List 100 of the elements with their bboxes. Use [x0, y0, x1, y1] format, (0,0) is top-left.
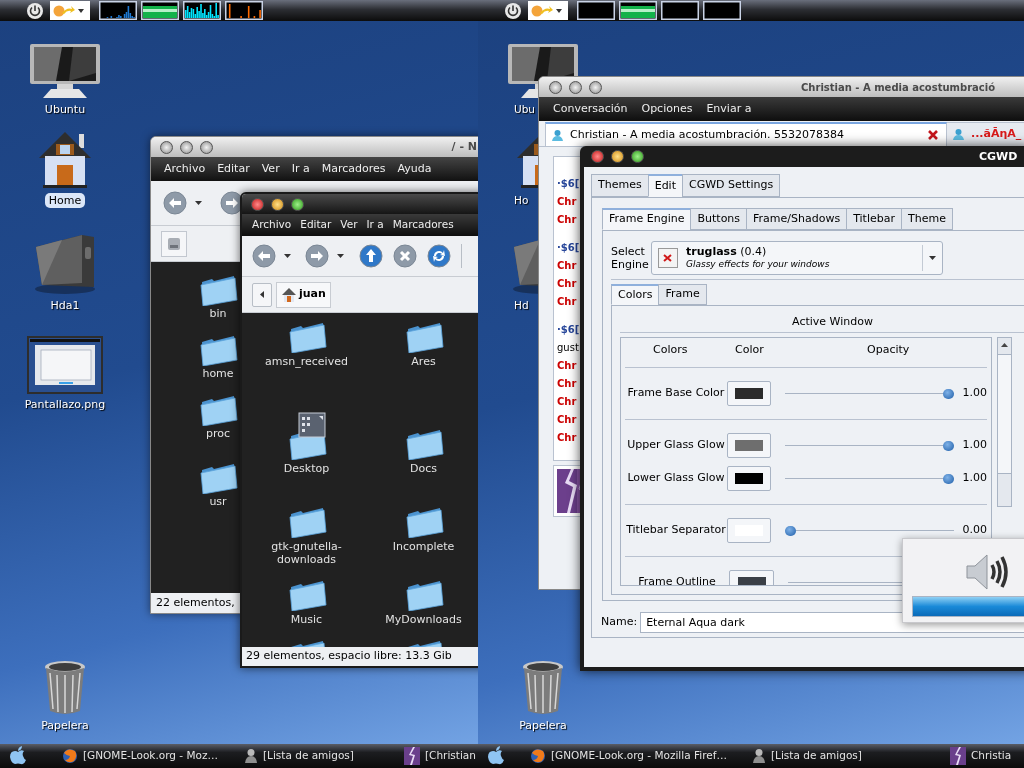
color-button[interactable]	[726, 381, 772, 406]
scrollbar[interactable]	[997, 337, 1012, 507]
close-button[interactable]	[591, 150, 604, 163]
minimize-button[interactable]	[180, 140, 193, 154]
menu-item[interactable]: Ver	[340, 217, 358, 233]
stop-button[interactable]	[393, 244, 417, 268]
close-button[interactable]	[160, 140, 173, 154]
slider-thumb[interactable]	[785, 525, 797, 536]
menu-item[interactable]: Editar	[217, 160, 250, 178]
engine-dropdown[interactable]: truglass (0.4) Glassy effects for your windows	[651, 241, 943, 275]
caret-icon[interactable]	[284, 254, 291, 258]
slider-thumb[interactable]	[942, 440, 954, 451]
power-icon[interactable]	[504, 1, 522, 20]
caret-icon[interactable]	[337, 254, 344, 258]
close-icon[interactable]	[927, 129, 939, 141]
power-icon[interactable]	[26, 1, 44, 20]
icon-label[interactable]: Home	[44, 193, 86, 208]
file-label[interactable]: Desktop	[250, 462, 363, 475]
taskbar-item[interactable]: [GNOME-Look.org - Moz…	[62, 745, 244, 767]
menu-item[interactable]: Marcadores	[321, 160, 386, 178]
taskbar-item[interactable]: [GNOME-Look.org - Mozilla Firef…	[530, 745, 752, 767]
menu-item[interactable]: Ir a	[366, 217, 384, 233]
message-line: Chr	[557, 277, 577, 291]
apple-logo-icon[interactable]	[8, 746, 28, 766]
file-label[interactable]: proc	[205, 427, 230, 441]
file-label[interactable]: MyDownloads	[367, 613, 478, 626]
tab[interactable]: CGWD Settings	[682, 174, 781, 197]
conversation-tab[interactable]: Christian - A media acostumbración. 5532078384	[545, 122, 947, 146]
tab[interactable]: Buttons	[690, 208, 748, 230]
menu-item[interactable]: Ayuda	[397, 160, 432, 178]
minimize-button[interactable]	[271, 197, 284, 211]
menu-item[interactable]: Archivo	[252, 217, 292, 233]
taskbar-item[interactable]: [Lista de amigos]	[244, 745, 404, 767]
icon-label[interactable]: Ubu	[514, 102, 535, 117]
file-label[interactable]: gtk-gnutella-downloads	[250, 540, 363, 566]
menu-item[interactable]: Ver	[261, 160, 280, 178]
close-button[interactable]	[549, 80, 562, 94]
conversation-tab[interactable]: ...ãĀηA_	[947, 122, 1024, 146]
icon-label[interactable]: Ubuntu	[40, 102, 90, 117]
file-label[interactable]: Incomplete	[367, 540, 478, 553]
file-label[interactable]: usr	[209, 495, 227, 509]
tab[interactable]: Titlebar	[846, 208, 902, 230]
slider-thumb[interactable]	[942, 388, 954, 399]
reload-button[interactable]	[427, 244, 451, 268]
icon-label[interactable]: Hd	[514, 298, 529, 313]
tab[interactable]: Theme	[901, 208, 953, 230]
back-button[interactable]	[252, 244, 276, 268]
tab[interactable]: Frame	[658, 284, 707, 305]
apple-logo-icon[interactable]	[486, 746, 506, 766]
menu-item[interactable]: Editar	[300, 217, 332, 233]
icon-label[interactable]: Hda1	[46, 298, 84, 313]
color-button[interactable]	[726, 433, 772, 458]
color-button[interactable]	[726, 466, 772, 491]
file-label[interactable]: bin	[209, 307, 227, 321]
drive-button[interactable]	[161, 230, 187, 257]
icon-label[interactable]: Pantallazo.png	[20, 397, 110, 412]
tab[interactable]: Colors	[611, 284, 660, 305]
taskbar-item[interactable]: Christia	[950, 745, 1022, 767]
file-label[interactable]: Ares	[367, 355, 478, 368]
path-back-button[interactable]	[252, 282, 272, 307]
close-button[interactable]	[251, 197, 264, 211]
maximize-button[interactable]	[589, 80, 602, 94]
file-label[interactable]: home	[202, 367, 234, 381]
menu-item[interactable]: Opciones	[641, 100, 693, 118]
minimize-button[interactable]	[611, 150, 624, 163]
caret-icon[interactable]	[195, 201, 202, 205]
tab[interactable]: Edit	[647, 174, 683, 197]
taskbar-item[interactable]: [Lista de amigos]	[752, 745, 950, 767]
file-label[interactable]: Music	[250, 613, 363, 626]
missing-image-icon	[658, 248, 678, 268]
maximize-button[interactable]	[291, 197, 304, 211]
menu-item[interactable]: Conversación	[553, 100, 628, 118]
back-button[interactable]	[163, 191, 187, 215]
menu-item[interactable]: Enviar a	[706, 100, 752, 118]
tab[interactable]: Frame Engine	[602, 208, 692, 230]
icon-label[interactable]: Papelera	[515, 718, 571, 733]
menu-item[interactable]: Ir a	[291, 160, 310, 178]
opacity-slider[interactable]	[785, 387, 954, 400]
slider-thumb[interactable]	[942, 473, 954, 484]
message-line: ·$6[	[557, 177, 580, 191]
opacity-value: 1.00	[961, 437, 987, 454]
minimize-button[interactable]	[569, 80, 582, 94]
color-button[interactable]	[726, 518, 772, 543]
opacity-slider[interactable]	[785, 524, 954, 537]
file-label[interactable]: Docs	[367, 462, 478, 475]
tab[interactable]: Themes	[591, 174, 649, 197]
path-button[interactable]: juan	[276, 281, 331, 308]
icon-label[interactable]: Papelera	[37, 718, 93, 733]
maximize-button[interactable]	[631, 150, 644, 163]
maximize-button[interactable]	[200, 140, 213, 154]
opacity-slider[interactable]	[785, 472, 954, 485]
up-button[interactable]	[359, 244, 383, 268]
opacity-slider[interactable]	[785, 439, 954, 452]
message-line: ·$6[	[557, 241, 580, 255]
file-label[interactable]: amsn_received	[250, 355, 363, 368]
menu-item[interactable]: Marcadores	[392, 217, 454, 233]
menu-item[interactable]: Archivo	[164, 160, 206, 178]
icon-label[interactable]: Ho	[514, 193, 529, 208]
caret-icon[interactable]	[929, 256, 936, 260]
tab[interactable]: Frame/Shadows	[746, 208, 848, 230]
